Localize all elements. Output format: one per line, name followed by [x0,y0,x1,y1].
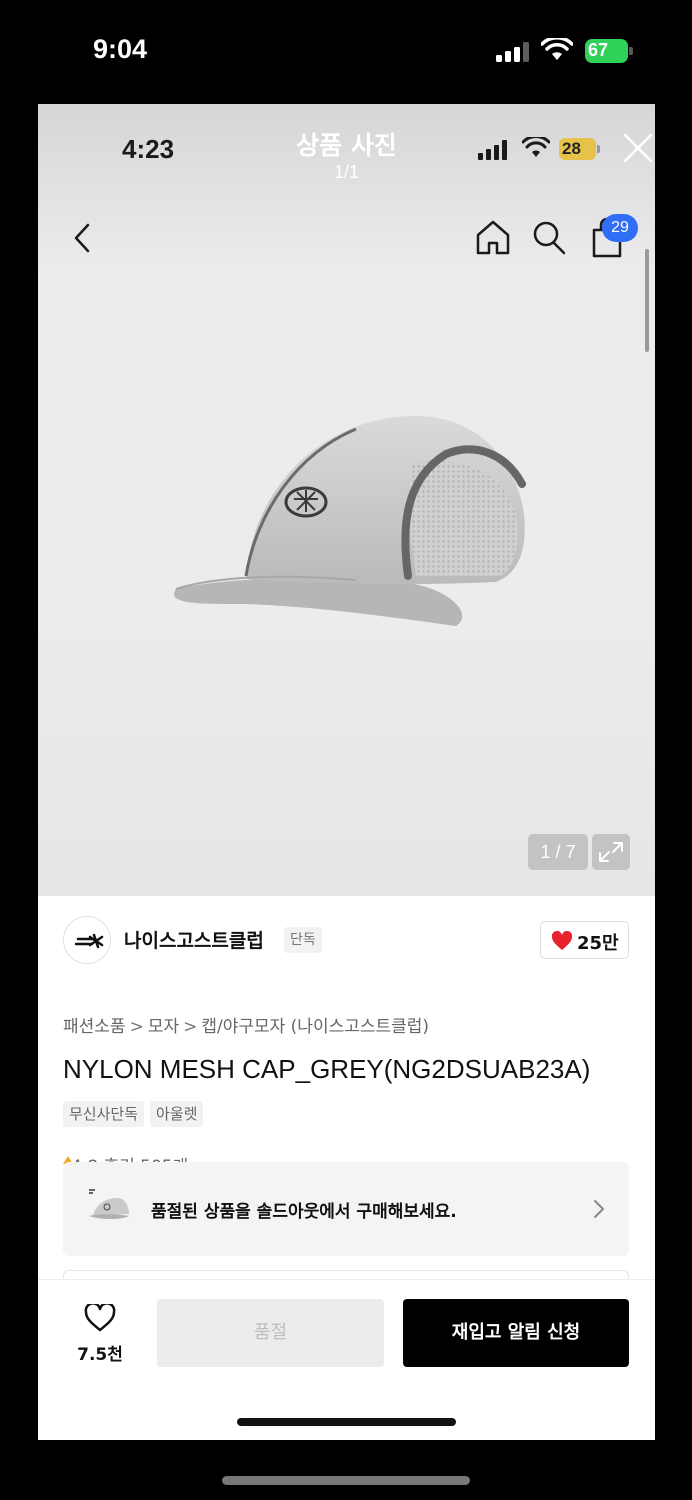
app-screenshot: 4:23 상품 사진 1/1 28 29 1 / 7 나이스고스트클럽 단독 2… [38,104,655,1440]
outer-home-indicator[interactable] [222,1476,470,1485]
brand-exclusive-tag: 단독 [284,927,322,953]
chevron-right-icon [594,1200,604,1218]
bottom-action-bar: 7.5천 품절 재입고 알림 신청 [38,1280,655,1440]
breadcrumb: 패션소품 > 모자 > 캡/야구모자 (나이스고스트클럽) [63,1012,429,1037]
battery-level: 28 [562,139,581,158]
cellular-signal-icon [478,140,507,160]
product-image-area[interactable]: 4:23 상품 사진 1/1 28 29 1 / 7 [38,104,655,896]
cart-count-badge: 29 [602,214,638,242]
breadcrumb-separator: > [183,1017,198,1037]
wishlist-button[interactable]: 7.5천 [68,1304,132,1368]
soldout-button: 품절 [157,1299,384,1367]
search-icon[interactable] [532,220,566,256]
soldout-banner[interactable]: 품절된 상품을 솔드아웃에서 구매해보세요. [63,1162,629,1256]
gallery-page-indicator: 1 / 7 [528,834,588,870]
outer-status-bar: 9:04 67 [0,0,692,100]
brand-like-count: 25만 [577,933,619,954]
wifi-icon [522,137,550,157]
cap-thumbnail [81,1180,137,1236]
soldout-banner-text: 품절된 상품을 솔드아웃에서 구매해보세요. [151,1202,457,1222]
photo-viewer-count: 1/1 [333,162,360,182]
brand-logo-icon [74,933,104,949]
breadcrumb-item[interactable]: 캡/야구모자 (나이스고스트클럽) [201,1017,429,1037]
breadcrumb-item[interactable]: 패션소품 [63,1017,126,1037]
brand-logo[interactable] [63,916,111,964]
close-icon[interactable] [622,132,654,164]
heart-filled-icon [551,931,573,950]
home-icon[interactable] [475,218,511,256]
back-arrow-icon[interactable] [68,220,96,256]
battery-icon: 28 [559,138,601,160]
wishlist-count: 7.5천 [77,1345,123,1365]
scrollbar[interactable] [645,249,649,352]
product-title: NYLON MESH CAP_GREY(NG2DSUAB23A) [63,1054,591,1084]
heart-outline-icon [84,1304,116,1332]
breadcrumb-separator: > [129,1017,144,1037]
product-tag: 무신사단독 [63,1101,145,1127]
restock-alert-button[interactable]: 재입고 알림 신청 [403,1299,629,1367]
cellular-signal-icon [496,42,529,62]
brand-like-button[interactable]: 25만 [540,921,629,959]
brand-name[interactable]: 나이스고스트클럽 [124,926,264,953]
product-cap-image [174,415,526,626]
outer-clock: 9:04 [93,34,148,64]
battery-level: 67 [588,40,609,60]
product-tags: 무신사단독 아울렛 [63,1101,204,1127]
battery-icon: 67 [585,39,633,63]
expand-icon[interactable] [592,834,630,870]
product-tag: 아울렛 [150,1101,204,1127]
breadcrumb-item[interactable]: 모자 [148,1017,179,1037]
wifi-icon [541,38,573,60]
home-indicator[interactable] [237,1418,456,1426]
